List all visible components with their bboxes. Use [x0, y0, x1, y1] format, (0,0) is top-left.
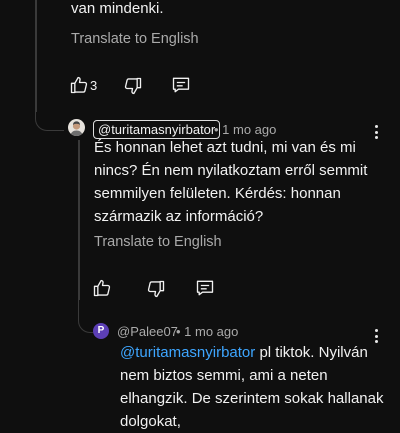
like-icon: [93, 279, 111, 297]
reply1-timestamp: • 1 mo ago: [214, 122, 277, 137]
reply2-avatar-letter: P: [97, 325, 105, 336]
reply1-reply-button[interactable]: [195, 278, 215, 298]
parent-dislike-button[interactable]: [123, 76, 143, 96]
thread-line-parent: [35, 0, 37, 112]
reply1-dislike-button[interactable]: [146, 279, 166, 299]
reply2-text: @turitamasnyirbator pl tiktok. Nyilván n…: [120, 341, 385, 433]
thread-line-reply1: [78, 140, 80, 300]
parent-reply-button[interactable]: [171, 75, 191, 95]
like-icon: [70, 76, 88, 94]
thread-connector-reply1: [35, 100, 64, 131]
parent-like-count: 3: [90, 78, 98, 93]
reply1-avatar[interactable]: [68, 119, 85, 136]
dislike-icon: [147, 280, 165, 298]
parent-translate-link[interactable]: Translate to English: [71, 31, 199, 47]
parent-like-button[interactable]: [69, 75, 89, 95]
reply-icon: [196, 280, 214, 296]
reply2-timestamp: • 1 mo ago: [176, 324, 239, 339]
reply2-avatar[interactable]: P: [93, 323, 109, 339]
reply2-author[interactable]: @Palee07: [117, 324, 178, 339]
reply2-mention-link[interactable]: @turitamasnyirbator: [120, 344, 255, 361]
thread-connector-reply2: [78, 300, 93, 333]
reply-icon: [172, 77, 190, 93]
reply1-text: És honnan lehet azt tudni, mi van és mi …: [94, 139, 368, 225]
parent-comment-text: van mindenki.: [71, 0, 164, 17]
reply1-translate-link[interactable]: Translate to English: [94, 234, 222, 250]
reply1-like-button[interactable]: [92, 278, 112, 298]
dislike-icon: [124, 77, 142, 95]
